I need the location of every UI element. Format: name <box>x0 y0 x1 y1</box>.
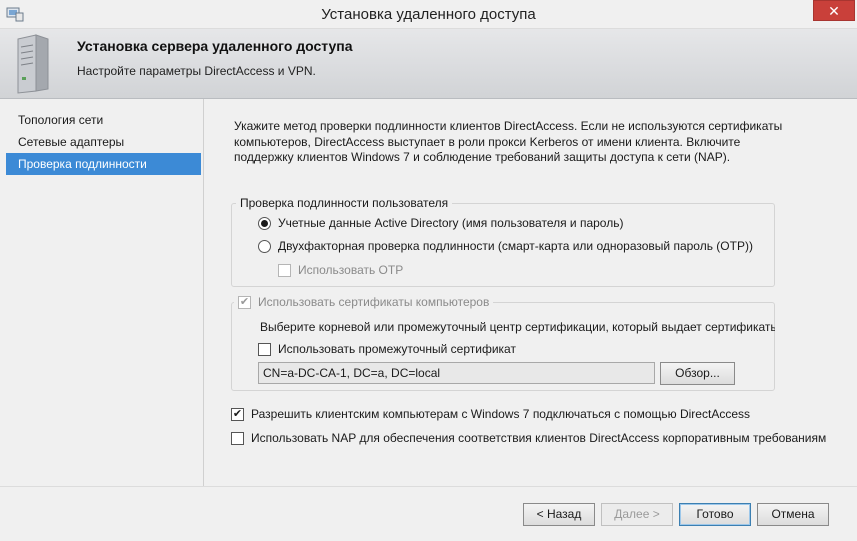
page-subtitle: Настройте параметры DirectAccess и VPN. <box>77 64 316 78</box>
close-button[interactable]: ✕ <box>813 0 855 21</box>
radio-two-factor-label: Двухфакторная проверка подлинности (смар… <box>278 239 753 253</box>
allow-win7-row[interactable]: ✔ Разрешить клиентским компьютерам с Win… <box>231 407 750 421</box>
cancel-button[interactable]: Отмена <box>757 503 829 526</box>
intro-line: компьютеров, DirectAccess выступает в ро… <box>234 134 741 149</box>
use-computer-certs-row: ✔ Использовать сертификаты компьютеров <box>234 295 494 309</box>
radio-button-checked[interactable] <box>258 216 271 230</box>
use-otp-checkbox <box>278 263 291 277</box>
next-button: Далее > <box>601 503 673 526</box>
page-title: Установка сервера удаленного доступа <box>77 38 353 54</box>
sidebar-item-network-adapters[interactable]: Сетевые адаптеры <box>0 131 203 153</box>
user-auth-legend: Проверка подлинности пользователя <box>236 196 453 210</box>
radio-two-factor[interactable]: Двухфакторная проверка подлинности (смар… <box>258 239 753 253</box>
use-intermediate-checkbox[interactable] <box>258 342 271 356</box>
radio-button[interactable] <box>258 239 271 253</box>
cert-description: Выберите корневой или промежуточный цент… <box>260 320 775 334</box>
use-otp-label: Использовать OTP <box>298 263 404 277</box>
finish-button[interactable]: Готово <box>679 503 751 526</box>
use-intermediate-row[interactable]: Использовать промежуточный сертификат <box>258 342 516 356</box>
use-nap-label: Использовать NAP для обеспечения соответ… <box>251 431 827 445</box>
use-otp-checkbox-row: Использовать OTP <box>278 263 403 277</box>
wizard-footer: < Назад Далее > Готово Отмена <box>0 486 857 541</box>
intro-line: Укажите метод проверки подлинности клиен… <box>234 119 783 133</box>
allow-win7-label: Разрешить клиентским компьютерам с Windo… <box>251 407 750 421</box>
cert-description-text: Выберите корневой или промежуточный цент… <box>260 320 775 334</box>
intro-text: Укажите метод проверки подлинности клиен… <box>234 119 794 166</box>
wizard-steps-sidebar: Топология сети Сетевые адаптеры Проверка… <box>0 99 204 486</box>
radio-ad-credentials[interactable]: Учетные данные Active Directory (имя пол… <box>258 216 623 230</box>
allow-win7-checkbox[interactable]: ✔ <box>231 407 244 421</box>
use-computer-certs-label: Использовать сертификаты компьютеров <box>258 295 490 309</box>
use-nap-checkbox[interactable] <box>231 431 244 445</box>
browse-button[interactable]: Обзор... <box>660 362 735 385</box>
server-tower-icon <box>17 34 49 94</box>
use-nap-row[interactable]: Использовать NAP для обеспечения соответ… <box>231 431 826 445</box>
intro-line: поддержку клиентов Windows 7 и соблюдени… <box>234 150 731 164</box>
radio-ad-credentials-label: Учетные данные Active Directory (имя пол… <box>278 216 624 230</box>
window-title: Установка удаленного доступа <box>321 6 536 23</box>
use-computer-certs-checkbox: ✔ <box>238 295 251 309</box>
certificate-authority-field[interactable]: CN=a-DC-CA-1, DC=a, DC=local <box>258 362 655 384</box>
use-intermediate-label: Использовать промежуточный сертификат <box>278 342 516 356</box>
sidebar-item-authentication[interactable]: Проверка подлинности <box>6 153 201 175</box>
wizard-header: Установка сервера удаленного доступа Нас… <box>0 29 857 99</box>
back-button[interactable]: < Назад <box>523 503 595 526</box>
sidebar-item-network-topology[interactable]: Топология сети <box>0 109 203 131</box>
title-bar: Установка удаленного доступа ✕ <box>0 0 857 29</box>
wizard-content: Укажите метод проверки подлинности клиен… <box>205 99 857 486</box>
